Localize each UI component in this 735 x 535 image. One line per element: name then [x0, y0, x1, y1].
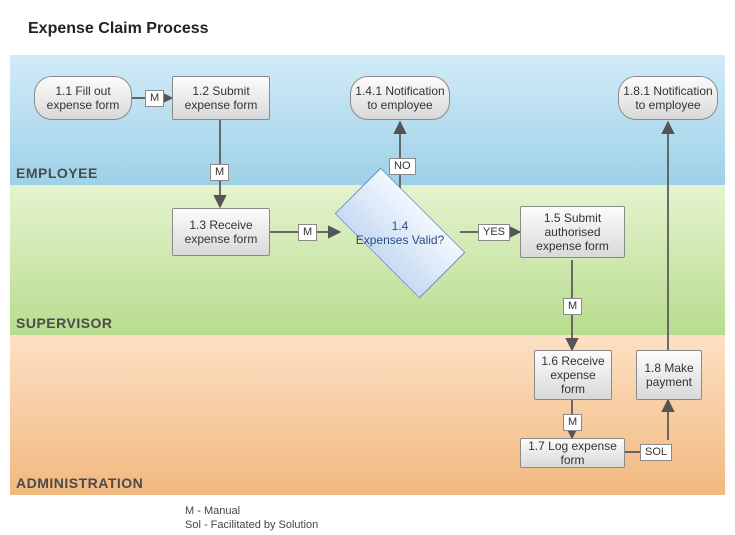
edge-label-yes: YES [478, 224, 510, 241]
step-1-6-receive-expense-form: 1.6 Receive expense form [534, 350, 612, 400]
step-1-5-submit-authorised-expense-form: 1.5 Submit authorised expense form [520, 206, 625, 258]
diagram-canvas: Expense Claim Process EMPLOYEE SUPERVISO… [0, 0, 735, 535]
legend-line-manual: M - Manual [185, 504, 318, 518]
step-1-7-log-expense-form: 1.7 Log expense form [520, 438, 625, 468]
decision-question: Expenses Valid? [356, 233, 445, 247]
edge-label-m: M [563, 298, 582, 315]
edge-label-m: M [298, 224, 317, 241]
edge-label-sol: SOL [640, 444, 672, 461]
step-1-3-receive-expense-form: 1.3 Receive expense form [172, 208, 270, 256]
legend: M - Manual Sol - Facilitated by Solution [185, 504, 318, 532]
step-1-2-submit-expense-form: 1.2 Submit expense form [172, 76, 270, 120]
edge-label-no: NO [389, 158, 416, 175]
decision-1-4-expenses-valid: 1.4 Expenses Valid? [340, 188, 460, 278]
step-1-8-make-payment: 1.8 Make payment [636, 350, 702, 400]
edge-label-m: M [210, 164, 229, 181]
step-1-8-1-notification-to-employee: 1.8.1 Notification to employee [618, 76, 718, 120]
decision-number: 1.4 [392, 219, 409, 233]
edge-label-m: M [145, 90, 164, 107]
legend-line-solution: Sol - Facilitated by Solution [185, 518, 318, 532]
edge-label-m: M [563, 414, 582, 431]
step-1-1-fill-out-expense-form: 1.1 Fill out expense form [34, 76, 132, 120]
step-1-4-1-notification-to-employee: 1.4.1 Notification to employee [350, 76, 450, 120]
